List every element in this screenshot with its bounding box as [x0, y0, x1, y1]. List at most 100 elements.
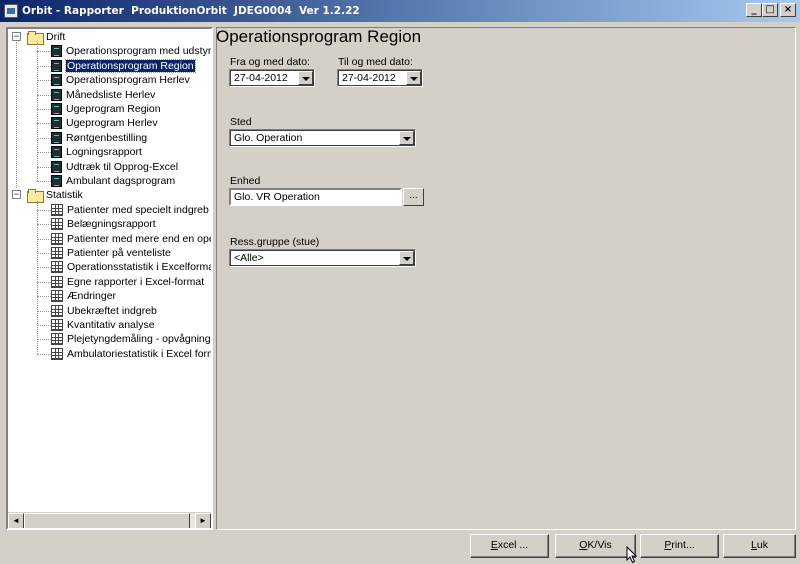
- mouse-cursor-icon: [626, 546, 638, 564]
- tree-item[interactable]: Patienter med specielt indgreb: [51, 203, 209, 217]
- grid-icon: [51, 232, 63, 245]
- app-icon: [4, 4, 18, 18]
- tree-item[interactable]: Belægningsrapport: [51, 217, 156, 231]
- report-icon: [51, 74, 62, 87]
- title-bar: Orbit - Rapporter ProduktionOrbit JDEG00…: [0, 0, 800, 22]
- tree-item[interactable]: Patienter på venteliste: [51, 246, 171, 260]
- tree-item[interactable]: Operationsstatistik i Excelformat: [51, 260, 211, 274]
- report-icon: [51, 45, 62, 58]
- grid-icon: [51, 290, 63, 303]
- tree-item[interactable]: Ambulatoriestatistik i Excel format: [51, 347, 211, 361]
- tree-item[interactable]: Ændringer: [51, 289, 116, 303]
- tree-item[interactable]: Ambulant dagsprogram: [51, 174, 175, 188]
- tree-item-label: Operationsprogram Herlev: [66, 74, 190, 87]
- tree-item-label: Ugeprogram Region: [66, 103, 161, 115]
- luk-button[interactable]: Luk: [723, 534, 796, 558]
- tree-item[interactable]: Logningsrapport: [51, 145, 142, 159]
- tree-item-label: Ugeprogram Herlev: [66, 117, 158, 130]
- tree-group-label: Drift: [46, 31, 66, 43]
- report-form-panel: [216, 27, 796, 530]
- report-icon: [51, 131, 62, 144]
- from-date-dropdown-icon[interactable]: [298, 71, 313, 85]
- tree-item-label: Patienter på venteliste: [67, 247, 171, 259]
- window-title: Orbit - Rapporter ProduktionOrbit JDEG00…: [22, 5, 360, 17]
- scroll-thumb[interactable]: [24, 513, 190, 528]
- tree-item-label: Ambulant dagsprogram: [66, 175, 176, 187]
- from-date-value: 27-04-2012: [234, 72, 288, 84]
- tree-item-label: Operationsprogram Region: [65, 58, 196, 73]
- ok-vis-button[interactable]: OK/Vis: [555, 534, 636, 558]
- tree-item[interactable]: Operationsprogram Region: [51, 58, 196, 73]
- enhed-field[interactable]: Glo. VR Operation: [229, 188, 402, 206]
- tree-item[interactable]: Udtræk til Opprog-Excel: [51, 160, 178, 174]
- tree-item-label: Ændringer: [67, 290, 117, 303]
- ress-select[interactable]: <Alle>: [229, 249, 416, 267]
- grid-icon: [51, 333, 63, 346]
- grid-icon: [51, 319, 63, 331]
- report-icon: [51, 175, 62, 187]
- tree-item-label: Ambulatoriestatistik i Excel format: [67, 347, 211, 360]
- tree-expander-1[interactable]: −: [12, 190, 21, 200]
- tree-item-label: Kvantitativ analyse: [67, 319, 155, 331]
- minimize-button[interactable]: _: [746, 3, 762, 17]
- enhed-label: Enhed: [230, 175, 261, 187]
- to-date-picker[interactable]: 27-04-2012: [337, 69, 423, 87]
- scroll-right-button[interactable]: ►: [195, 513, 211, 528]
- tree-group-1[interactable]: Statistik: [27, 188, 83, 204]
- tree-item[interactable]: Røntgenbestilling: [51, 131, 147, 145]
- report-icon: [51, 103, 62, 115]
- grid-icon: [51, 203, 63, 216]
- report-tree-panel: − Drift Operationsprogram med udstyr Operat…: [6, 27, 213, 530]
- scroll-left-button[interactable]: ◄: [8, 513, 24, 528]
- enhed-browse-button[interactable]: ...: [403, 188, 424, 206]
- to-date-label: Til og med dato:: [338, 56, 413, 68]
- report-icon: [51, 160, 62, 173]
- ress-value: <Alle>: [234, 252, 264, 264]
- from-date-label: Fra og med dato:: [230, 56, 310, 68]
- report-icon: [51, 146, 62, 159]
- grid-icon: [51, 218, 63, 231]
- tree-item-label: Belægningsrapport: [67, 218, 156, 231]
- tree-item-label: Egne rapporter i Excel-format: [67, 275, 205, 288]
- tree-item[interactable]: Operationsprogram Herlev: [51, 73, 190, 87]
- sted-select[interactable]: Glo. Operation: [229, 129, 416, 147]
- grid-icon: [51, 261, 63, 274]
- close-button[interactable]: ×: [780, 3, 796, 17]
- report-icon: [51, 117, 62, 130]
- grid-icon: [51, 275, 63, 288]
- tree-item-label: Patienter med mere end en operati: [67, 232, 211, 245]
- sted-dropdown-icon[interactable]: [399, 131, 414, 145]
- sted-value: Glo. Operation: [234, 132, 303, 144]
- tree-item[interactable]: Egne rapporter i Excel-format: [51, 275, 204, 289]
- print-button[interactable]: Print...: [640, 534, 719, 558]
- grid-icon: [51, 304, 63, 317]
- tree-horizontal-scrollbar[interactable]: ◄ ►: [8, 512, 211, 528]
- tree-item-label: Udtræk til Opprog-Excel: [66, 160, 179, 173]
- tree-group-0[interactable]: Drift: [27, 30, 66, 45]
- tree-item-label: Røntgenbestilling: [66, 131, 148, 144]
- tree-item-label: Patienter med specielt indgreb: [67, 203, 209, 216]
- tree-item[interactable]: Ugeprogram Region: [51, 102, 161, 116]
- tree-item[interactable]: Kvantitativ analyse: [51, 318, 155, 332]
- tree-item[interactable]: Månedsliste Herlev: [51, 88, 155, 102]
- tree-item-label: Ubekræftet indgreb: [67, 304, 157, 317]
- tree-item-label: Plejetyngdemåling - opvågning: [67, 333, 211, 346]
- to-date-dropdown-icon[interactable]: [406, 71, 421, 85]
- folder-icon: [27, 189, 44, 204]
- report-tree: − Drift Operationsprogram med udstyr Operat…: [8, 29, 211, 512]
- ress-label: Ress.gruppe (stue): [230, 236, 320, 248]
- tree-item[interactable]: Patienter med mere end en operati: [51, 232, 211, 246]
- page-title: Operationsprogram Region: [216, 27, 422, 46]
- folder-icon: [27, 31, 44, 45]
- grid-icon: [51, 347, 63, 360]
- tree-expander-0[interactable]: −: [12, 32, 21, 41]
- maximize-button[interactable]: □: [762, 3, 778, 17]
- report-icon: [51, 88, 62, 101]
- tree-item[interactable]: Ugeprogram Herlev: [51, 116, 158, 130]
- tree-item[interactable]: Ubekræftet indgreb: [51, 304, 157, 318]
- from-date-picker[interactable]: 27-04-2012: [229, 69, 315, 87]
- tree-item[interactable]: Operationsprogram med udstyr: [51, 44, 211, 58]
- ress-dropdown-icon[interactable]: [399, 251, 414, 265]
- tree-item[interactable]: Plejetyngdemåling - opvågning: [51, 332, 211, 346]
- excel-button[interactable]: Excel ...: [470, 534, 549, 558]
